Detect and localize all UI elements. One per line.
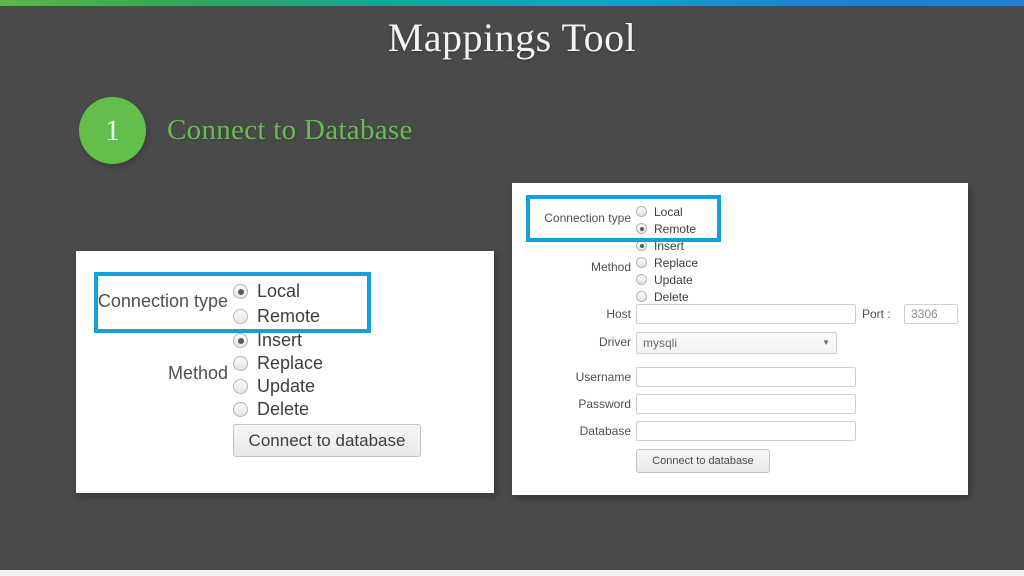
radio-icon-insert[interactable] <box>233 333 248 348</box>
connection-type-radio-group: Local Remote <box>233 279 320 329</box>
radio-row-delete[interactable]: Delete <box>233 398 323 421</box>
username-input[interactable] <box>636 367 856 387</box>
connection-type-label-remote: Connection type <box>544 211 631 225</box>
bottom-strip <box>0 570 1024 576</box>
radio-label-remote: Remote <box>257 306 321 326</box>
radio-icon-remote[interactable] <box>233 309 248 324</box>
driver-selected-value: mysqli <box>643 336 678 350</box>
radio-icon-replace[interactable] <box>233 356 248 371</box>
radio-icon-local[interactable] <box>233 284 248 299</box>
radio-icon-delete-remote[interactable] <box>636 291 647 302</box>
radio-row-update-remote[interactable]: Update <box>636 271 698 288</box>
password-input[interactable] <box>636 394 856 414</box>
radio-label-replace: Replace <box>257 353 324 373</box>
radio-label-delete-remote: Delete <box>654 289 689 304</box>
database-input[interactable] <box>636 421 856 441</box>
method-radio-group-remote: Insert Replace Update Delete <box>636 237 698 305</box>
radio-row-update[interactable]: Update <box>233 375 323 398</box>
title-underline-dots: ..... <box>500 48 524 60</box>
step-title: Connect to Database <box>167 114 413 146</box>
method-label: Method <box>167 363 228 383</box>
password-label: Password <box>578 397 631 411</box>
port-input[interactable] <box>904 304 958 324</box>
local-connection-screenshot-card: Connection type Local Remote Method Inse… <box>76 251 494 493</box>
remote-connection-screenshot-card: Connection type Local Remote Method Inse… <box>512 183 968 495</box>
database-label: Database <box>579 424 631 438</box>
radio-row-insert[interactable]: Insert <box>233 329 323 352</box>
radio-row-local-remote-panel[interactable]: Local <box>636 203 696 220</box>
radio-row-insert-remote[interactable]: Insert <box>636 237 698 254</box>
connection-type-radio-group-remote: Local Remote <box>636 203 696 237</box>
connect-to-database-button-remote[interactable]: Connect to database <box>636 449 770 473</box>
top-accent-gradient-bar <box>0 0 1024 6</box>
radio-label-insert: Insert <box>257 330 303 350</box>
radio-icon-remote-remote-panel[interactable] <box>636 223 647 234</box>
radio-icon-update[interactable] <box>233 379 248 394</box>
step-header: 1 Connect to Database <box>79 97 413 164</box>
radio-row-remote[interactable]: Remote <box>233 304 320 329</box>
radio-row-delete-remote[interactable]: Delete <box>636 288 698 305</box>
driver-select[interactable]: mysqli ▼ <box>636 332 837 354</box>
host-input[interactable] <box>636 304 856 324</box>
radio-label-local: Local <box>257 281 301 301</box>
radio-icon-replace-remote[interactable] <box>636 257 647 268</box>
radio-row-local[interactable]: Local <box>233 279 320 304</box>
method-radio-group: Insert Replace Update Delete <box>233 329 323 421</box>
radio-label-insert-remote: Insert <box>654 238 685 253</box>
radio-row-remote-remote-panel[interactable]: Remote <box>636 220 696 237</box>
method-label-remote: Method <box>590 260 631 274</box>
port-label: Port : <box>862 307 891 321</box>
chevron-down-icon: ▼ <box>822 338 830 347</box>
host-label: Host <box>606 307 631 321</box>
driver-label: Driver <box>599 335 631 349</box>
radio-label-local-remote-panel: Local <box>654 204 683 219</box>
radio-label-update: Update <box>257 376 316 396</box>
radio-label-update-remote: Update <box>654 272 693 287</box>
step-number-badge: 1 <box>79 97 146 164</box>
radio-icon-update-remote[interactable] <box>636 274 647 285</box>
slide-canvas: Mappings Tool ..... 1 Connect to Databas… <box>0 0 1024 570</box>
radio-icon-delete[interactable] <box>233 402 248 417</box>
connection-type-label: Connection type <box>97 291 228 311</box>
connect-to-database-button[interactable]: Connect to database <box>233 424 421 457</box>
radio-row-replace[interactable]: Replace <box>233 352 323 375</box>
username-label: Username <box>575 370 631 384</box>
radio-row-replace-remote[interactable]: Replace <box>636 254 698 271</box>
radio-label-delete: Delete <box>257 399 310 419</box>
radio-label-replace-remote: Replace <box>654 255 699 270</box>
radio-icon-insert-remote[interactable] <box>636 240 647 251</box>
radio-icon-local-remote-panel[interactable] <box>636 206 647 217</box>
radio-label-remote-remote-panel: Remote <box>654 221 697 236</box>
